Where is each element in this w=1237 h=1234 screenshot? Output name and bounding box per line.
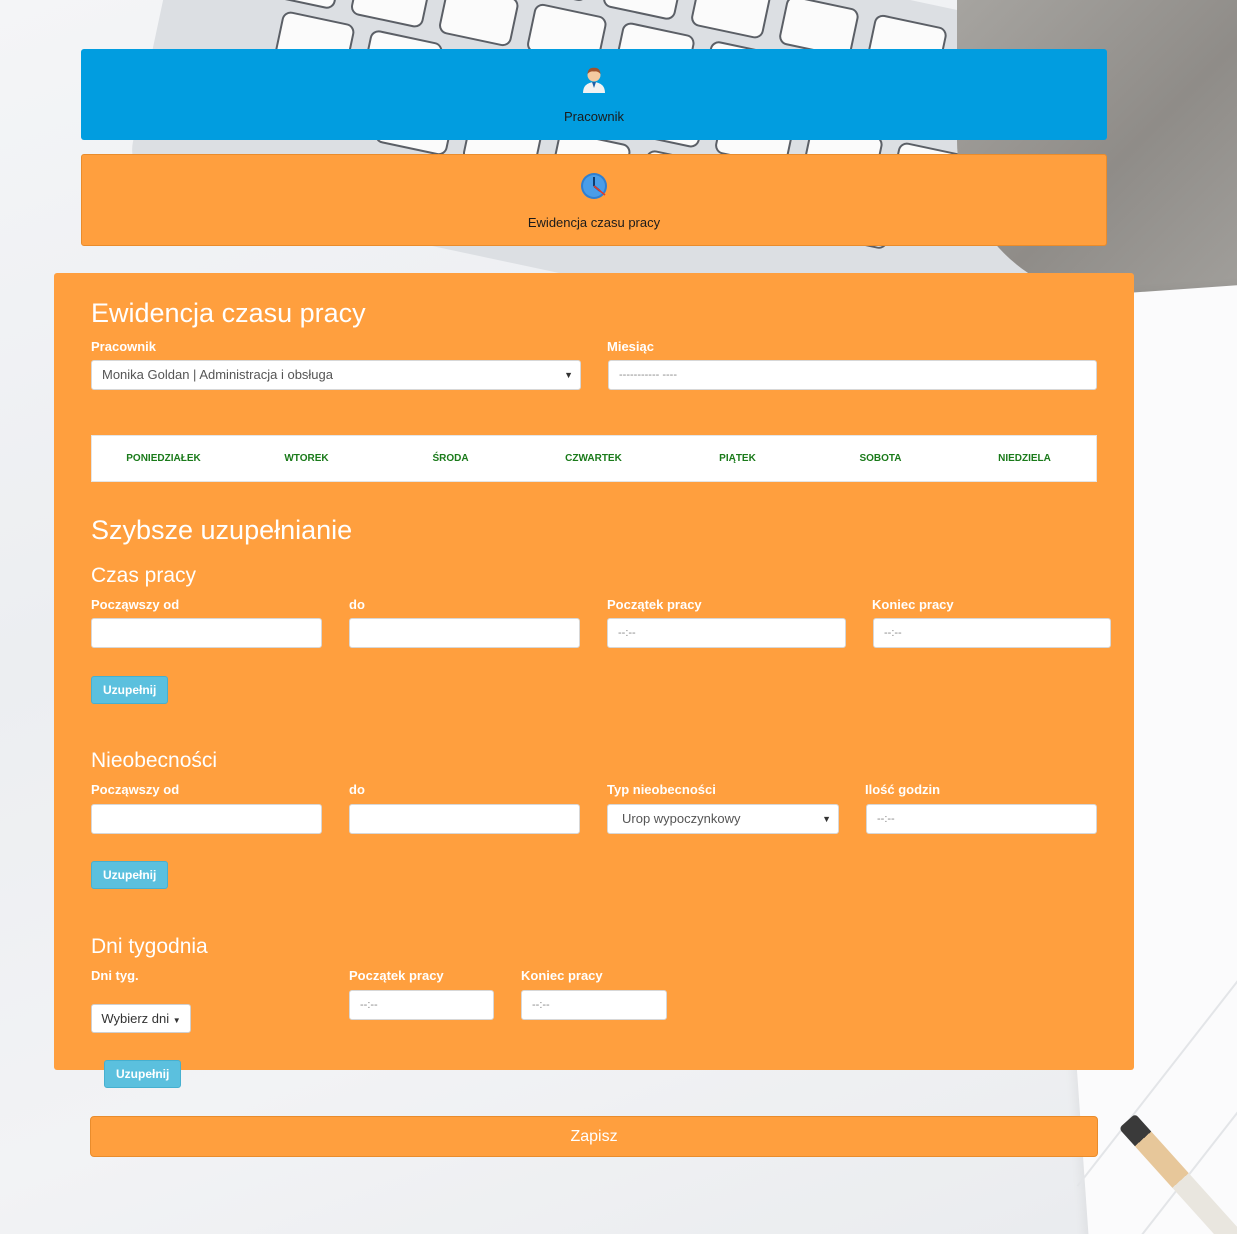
absence-to-input[interactable] — [349, 804, 580, 834]
month-input[interactable]: ----------- ---- — [608, 360, 1097, 390]
employee-label: Pracownik — [91, 339, 157, 354]
user-icon — [583, 67, 605, 93]
weekdays-start-label: Początek pracy — [349, 968, 444, 983]
caret-down-icon: ▼ — [172, 1016, 181, 1025]
employee-select-value: Monika Goldan | Administracja i obsługa — [102, 367, 333, 382]
time-tracking-card[interactable]: Ewidencja czasu pracy — [81, 154, 1107, 246]
day-tuesday: WTOREK — [284, 453, 329, 464]
absence-type-select[interactable]: Urop wypoczynkowy ▼ — [607, 804, 839, 834]
weekdays-end-label: Koniec pracy — [521, 968, 603, 983]
caret-down-icon: ▼ — [822, 814, 831, 824]
absence-hours-input[interactable]: --:-- — [866, 804, 1097, 834]
absence-type-label: Typ nieobecności — [607, 782, 716, 797]
work-from-input[interactable] — [91, 618, 322, 648]
choose-days-dropdown[interactable]: Wybierz dni ▼ — [91, 1004, 191, 1033]
absence-from-label: Począwszy od — [91, 782, 180, 797]
employee-select[interactable]: Monika Goldan | Administracja i obsługa … — [91, 360, 581, 390]
absence-type-value: Urop wypoczynkowy — [622, 811, 741, 826]
weekdays-title: Dni tygodnia — [91, 935, 208, 958]
work-start-label: Początek pracy — [607, 597, 702, 612]
work-fill-button[interactable]: Uzupełnij — [91, 676, 169, 704]
page-title: Ewidencja czasu pracy — [91, 298, 366, 328]
time-tracking-panel — [54, 273, 1134, 1070]
day-thursday: CZWARTEK — [565, 453, 622, 464]
day-monday: PONIEDZIAŁEK — [126, 453, 201, 464]
month-label: Miesiąc — [607, 339, 654, 354]
absence-title: Nieobecności — [91, 749, 218, 772]
weekdays-end-time[interactable]: --:-- — [521, 990, 667, 1020]
weekdays-days-label: Dni tyg. — [91, 968, 139, 983]
work-start-time[interactable]: --:-- — [607, 618, 846, 648]
day-friday: PIĄTEK — [719, 453, 756, 464]
absence-from-input[interactable] — [91, 804, 322, 834]
work-end-time[interactable]: --:-- — [873, 618, 1111, 648]
weekdays-fill-button[interactable]: Uzupełnij — [104, 1060, 182, 1088]
caret-down-icon: ▼ — [564, 370, 573, 380]
absence-hours-label: Ilość godzin — [865, 782, 941, 797]
day-saturday: SOBOTA — [859, 453, 902, 464]
absence-fill-button[interactable]: Uzupełnij — [91, 861, 169, 889]
employee-card[interactable]: Pracownik — [81, 49, 1107, 140]
time-tracking-card-label: Ewidencja czasu pracy — [527, 215, 661, 230]
weekdays-start-time[interactable]: --:-- — [349, 990, 494, 1020]
work-end-label: Koniec pracy — [872, 597, 954, 612]
work-to-input[interactable] — [349, 618, 580, 648]
employee-card-label: Pracownik — [564, 109, 624, 124]
day-sunday: NIEDZIELA — [998, 453, 1051, 464]
work-from-label: Począwszy od — [91, 597, 180, 612]
absence-to-label: do — [349, 782, 365, 797]
work-time-title: Czas pracy — [91, 564, 197, 587]
day-wednesday: ŚRODA — [432, 453, 469, 464]
clock-icon — [581, 173, 607, 199]
weekday-header: PONIEDZIAŁEK WTOREK ŚRODA CZWARTEK PIĄTE… — [91, 435, 1097, 482]
choose-days-label: Wybierz dni — [101, 1011, 170, 1026]
save-button[interactable]: Zapisz — [90, 1116, 1098, 1157]
quick-fill-title: Szybsze uzupełnianie — [91, 515, 353, 545]
work-to-label: do — [349, 597, 365, 612]
